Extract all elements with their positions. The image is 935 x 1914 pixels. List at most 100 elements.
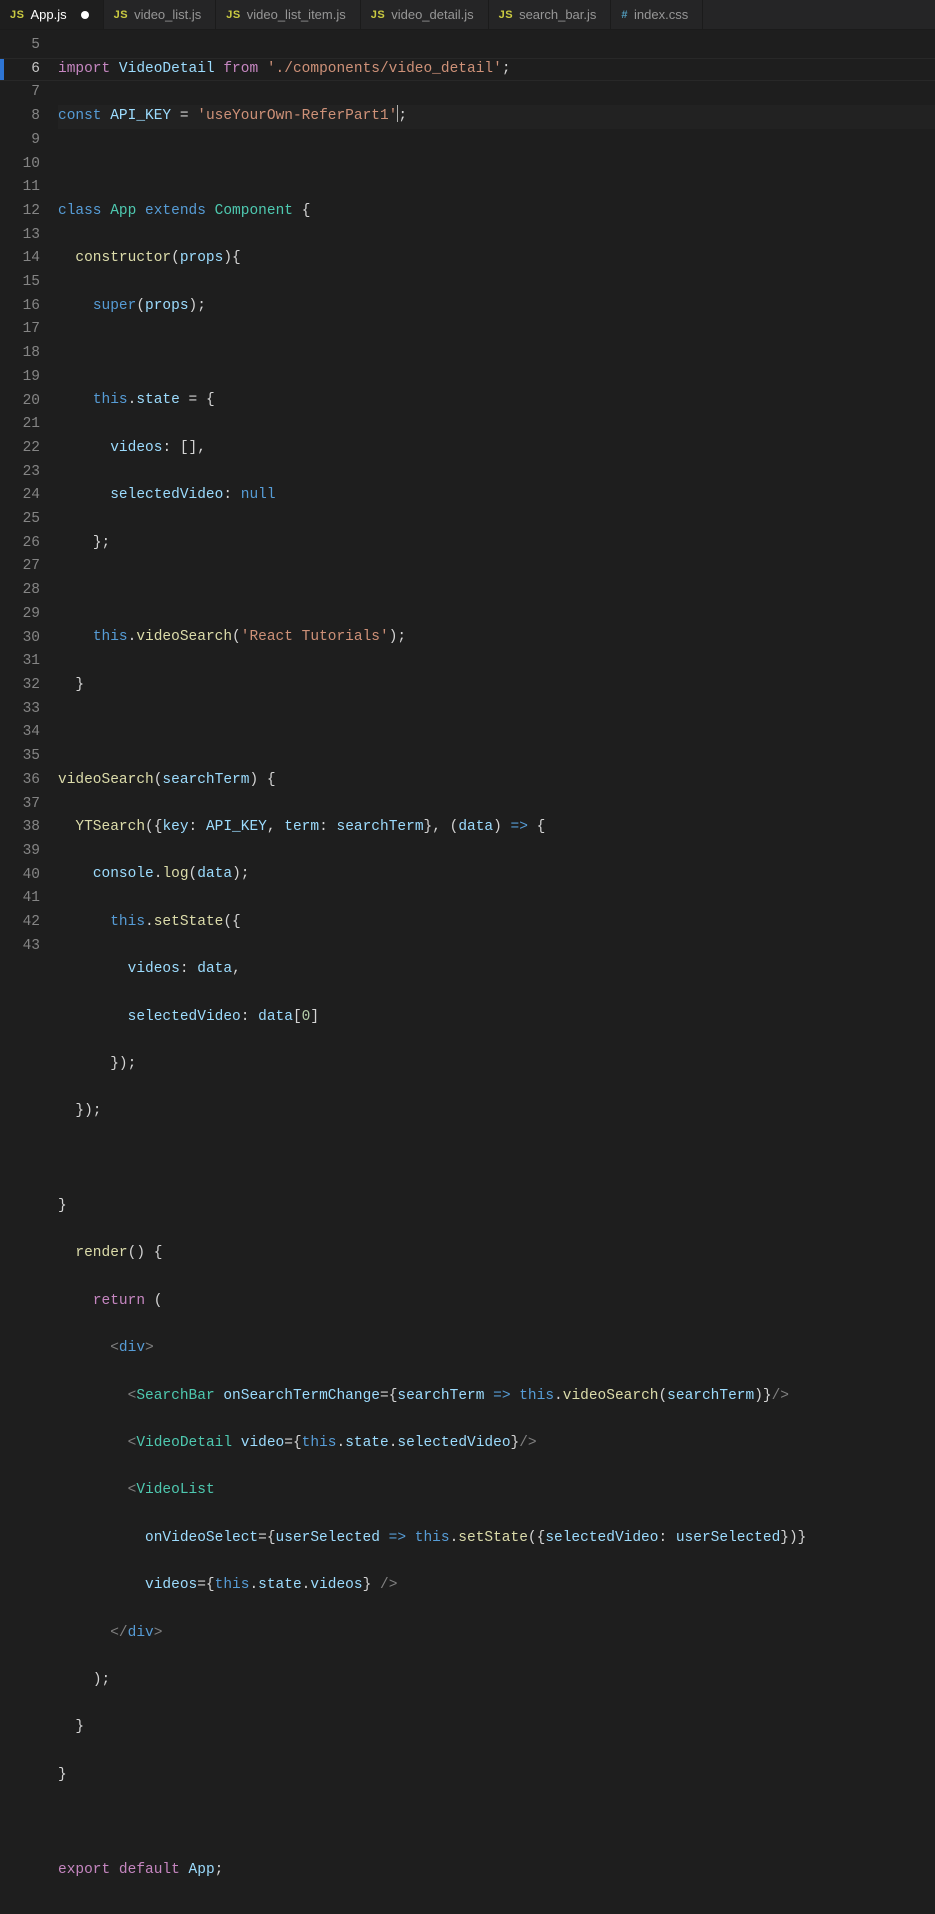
line-number: 12 bbox=[0, 200, 40, 224]
tab-label: index.css bbox=[634, 7, 688, 22]
line-number: 38 bbox=[0, 816, 40, 840]
code-line: constructor(props){ bbox=[58, 247, 935, 271]
tab-label: video_detail.js bbox=[391, 7, 473, 22]
code-line: YTSearch({key: API_KEY, term: searchTerm… bbox=[58, 816, 935, 840]
code-line: <div> bbox=[58, 1337, 935, 1361]
line-number: 35 bbox=[0, 745, 40, 769]
tab-video-list-item-js[interactable]: JS video_list_item.js bbox=[216, 0, 360, 29]
line-number: 21 bbox=[0, 413, 40, 437]
code-line: return ( bbox=[58, 1290, 935, 1314]
code-line: ); bbox=[58, 1669, 935, 1693]
code-line: super(props); bbox=[58, 295, 935, 319]
code-line: videos: data, bbox=[58, 958, 935, 982]
line-number: 13 bbox=[0, 224, 40, 248]
line-number: 42 bbox=[0, 911, 40, 935]
code-line: selectedVideo: null bbox=[58, 484, 935, 508]
line-number: 19 bbox=[0, 366, 40, 390]
line-number: 16 bbox=[0, 295, 40, 319]
code-line: videoSearch(searchTerm) { bbox=[58, 769, 935, 793]
line-number: 24 bbox=[0, 484, 40, 508]
code-line: this.state = { bbox=[58, 389, 935, 413]
line-number: 37 bbox=[0, 793, 40, 817]
code-line: videos: [], bbox=[58, 437, 935, 461]
line-number: 15 bbox=[0, 271, 40, 295]
code-line: onVideoSelect={userSelected => this.setS… bbox=[58, 1527, 935, 1551]
code-line: }; bbox=[58, 532, 935, 556]
js-icon: JS bbox=[226, 9, 240, 21]
line-number: 6 bbox=[0, 58, 40, 82]
line-number: 33 bbox=[0, 698, 40, 722]
line-number: 43 bbox=[0, 935, 40, 959]
code-line: class App extends Component { bbox=[58, 200, 935, 224]
tab-video-detail-js[interactable]: JS video_detail.js bbox=[361, 0, 489, 29]
js-icon: JS bbox=[371, 9, 385, 21]
line-number: 14 bbox=[0, 247, 40, 271]
hash-icon: # bbox=[621, 9, 628, 21]
line-marker bbox=[0, 58, 4, 82]
tab-label: search_bar.js bbox=[519, 7, 596, 22]
code-line: } bbox=[58, 674, 935, 698]
code-editor[interactable]: 5678910111213141516171819202122232425262… bbox=[0, 30, 935, 957]
line-number: 25 bbox=[0, 508, 40, 532]
tab-app-js[interactable]: JS App.js bbox=[0, 0, 104, 29]
js-icon: JS bbox=[114, 9, 128, 21]
line-number: 22 bbox=[0, 437, 40, 461]
code-line: <VideoList bbox=[58, 1479, 935, 1503]
line-number: 8 bbox=[0, 105, 40, 129]
line-number: 11 bbox=[0, 176, 40, 200]
code-line: import VideoDetail from './components/vi… bbox=[58, 58, 935, 82]
line-number-gutter: 5678910111213141516171819202122232425262… bbox=[0, 30, 58, 957]
code-line: <SearchBar onSearchTermChange={searchTer… bbox=[58, 1385, 935, 1409]
code-line bbox=[58, 342, 935, 366]
line-number: 28 bbox=[0, 579, 40, 603]
code-line: }); bbox=[58, 1100, 935, 1124]
code-line bbox=[58, 1148, 935, 1172]
line-number: 5 bbox=[0, 34, 40, 58]
code-line: }); bbox=[58, 1053, 935, 1077]
code-line: selectedVideo: data[0] bbox=[58, 1006, 935, 1030]
code-line: const API_KEY = 'useYourOwn-ReferPart1'; bbox=[58, 105, 935, 129]
line-number: 34 bbox=[0, 721, 40, 745]
line-number: 10 bbox=[0, 153, 40, 177]
code-line bbox=[58, 1811, 935, 1835]
code-line: <VideoDetail video={this.state.selectedV… bbox=[58, 1432, 935, 1456]
js-icon: JS bbox=[10, 9, 24, 21]
code-line: } bbox=[58, 1195, 935, 1219]
line-number: 36 bbox=[0, 769, 40, 793]
line-number: 40 bbox=[0, 864, 40, 888]
line-number: 32 bbox=[0, 674, 40, 698]
code-line: console.log(data); bbox=[58, 863, 935, 887]
code-line: this.setState({ bbox=[58, 911, 935, 935]
tab-label: App.js bbox=[30, 7, 66, 22]
code-line: render() { bbox=[58, 1242, 935, 1266]
line-number: 29 bbox=[0, 603, 40, 627]
code-line bbox=[58, 152, 935, 176]
line-number: 41 bbox=[0, 887, 40, 911]
line-number: 17 bbox=[0, 318, 40, 342]
line-number: 23 bbox=[0, 461, 40, 485]
code-line: this.videoSearch('React Tutorials'); bbox=[58, 626, 935, 650]
line-number: 20 bbox=[0, 390, 40, 414]
tab-video-list-js[interactable]: JS video_list.js bbox=[104, 0, 217, 29]
code-line: videos={this.state.videos} /> bbox=[58, 1574, 935, 1598]
code-line: </div> bbox=[58, 1622, 935, 1646]
tab-bar: JS App.js JS video_list.js JS video_list… bbox=[0, 0, 935, 30]
line-number: 9 bbox=[0, 129, 40, 153]
code-area[interactable]: import VideoDetail from './components/vi… bbox=[58, 30, 935, 957]
dirty-dot-icon bbox=[81, 11, 89, 19]
tab-label: video_list.js bbox=[134, 7, 201, 22]
line-number: 26 bbox=[0, 532, 40, 556]
tab-search-bar-js[interactable]: JS search_bar.js bbox=[489, 0, 612, 29]
code-line bbox=[58, 721, 935, 745]
code-line: } bbox=[58, 1764, 935, 1788]
tab-label: video_list_item.js bbox=[247, 7, 346, 22]
line-number: 7 bbox=[0, 81, 40, 105]
line-number: 39 bbox=[0, 840, 40, 864]
code-line: export default App; bbox=[58, 1859, 935, 1883]
line-number: 27 bbox=[0, 555, 40, 579]
tab-index-css[interactable]: # index.css bbox=[611, 0, 703, 29]
code-line: } bbox=[58, 1716, 935, 1740]
js-icon: JS bbox=[499, 9, 513, 21]
code-line bbox=[58, 579, 935, 603]
line-number: 30 bbox=[0, 627, 40, 651]
